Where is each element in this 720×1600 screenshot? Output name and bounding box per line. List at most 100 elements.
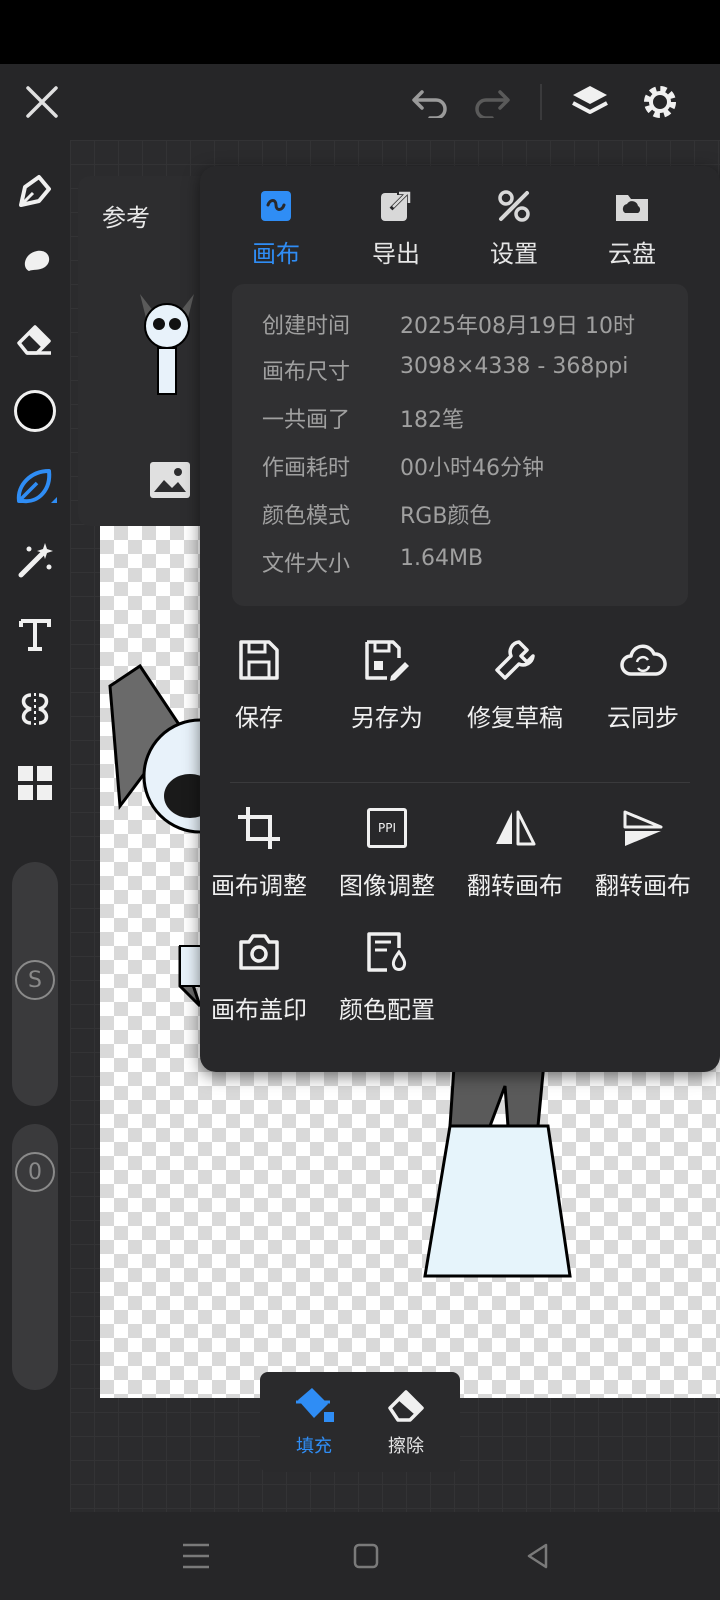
smudge-icon[interactable] [10,240,60,290]
image-adjust-button[interactable]: PPI 图像调整 [322,798,452,901]
eraser-icon [366,1384,446,1428]
repair-draft-label: 修复草稿 [467,704,563,732]
popup-divider [230,782,690,783]
export-icon [336,184,456,228]
info-value: 182笔 [400,408,464,433]
erase-label: 擦除 [388,1436,424,1457]
menu-icon[interactable] [174,1534,218,1578]
gear-icon[interactable] [630,64,690,140]
fill-label: 填充 [296,1436,332,1457]
canvas-icon [216,184,336,228]
cloud-drive-icon [572,184,692,228]
tab-settings[interactable]: 设置 [454,184,574,274]
repair-draft-button[interactable]: 修复草稿 [450,630,580,733]
settings-tools-icon [454,184,574,228]
gallery-grid-icon[interactable] [10,758,60,808]
info-key: 颜色模式 [262,504,351,529]
symmetry-icon[interactable] [10,684,60,734]
flip-vertical-label: 翻转画布 [595,872,691,900]
reference-thumbnail[interactable] [134,288,200,398]
flip-vertical-icon [578,798,708,858]
eraser-icon[interactable] [10,314,60,364]
lasso-fill-icon[interactable] [10,462,60,512]
size-slider-knob[interactable]: S [15,960,55,1000]
erase-button[interactable]: 擦除 [366,1384,446,1458]
pen-icon[interactable] [10,166,60,216]
info-key: 画布尺寸 [262,360,351,385]
flip-horizontal-icon [450,798,580,858]
close-icon[interactable] [12,64,72,140]
color-config-label: 颜色配置 [339,996,435,1024]
layers-icon[interactable] [560,64,620,140]
canvas-info-panel: 创建时间 2025年08月19日 10时 画布尺寸 3098×4338 - 36… [232,284,688,606]
info-key: 一共画了 [262,408,351,433]
info-row: 一共画了 182笔 [262,402,682,442]
toolbar-divider [540,84,542,120]
canvas-adjust-button[interactable]: 画布调整 [194,798,324,901]
wrench-icon [450,630,580,690]
opacity-slider[interactable]: 0 [12,1124,58,1390]
save-as-button[interactable]: 另存为 [322,630,452,733]
system-nav-bar [0,1512,720,1600]
undo-icon[interactable] [400,64,460,140]
reference-title: 参考 [102,204,150,232]
tab-cloud-drive-label: 云盘 [608,240,656,268]
camera-icon [194,922,324,982]
info-value: 00小时46分钟 [400,456,544,481]
redo-icon[interactable] [462,64,522,140]
info-key: 创建时间 [262,314,351,339]
color-swatch[interactable] [10,386,60,436]
save-button[interactable]: 保存 [194,630,324,733]
color-config-icon [322,922,452,982]
canvas-adjust-label: 画布调整 [211,872,307,900]
top-toolbar [0,64,720,140]
flip-canvas-horizontal-button[interactable]: 翻转画布 [450,798,580,901]
status-bar [0,0,720,64]
text-icon[interactable] [10,610,60,660]
fill-button[interactable]: 填充 [274,1384,354,1458]
cloud-sync-label: 云同步 [607,704,679,732]
tab-canvas-label: 画布 [252,240,300,268]
info-row: 作画耗时 00小时46分钟 [262,450,682,490]
home-icon[interactable] [344,1534,388,1578]
info-row: 画布尺寸 3098×4338 - 368ppi [262,354,682,394]
cloud-sync-icon [578,630,708,690]
flip-horizontal-label: 翻转画布 [467,872,563,900]
save-icon [194,630,324,690]
info-key: 文件大小 [262,552,351,577]
tab-cloud-drive[interactable]: 云盘 [572,184,692,274]
flip-canvas-vertical-button[interactable]: 翻转画布 [578,798,708,901]
info-key: 作画耗时 [262,456,351,481]
canvas-stamp-button[interactable]: 画布盖印 [194,922,324,1025]
canvas-stamp-label: 画布盖印 [211,996,307,1024]
info-value: 1.64MB [400,546,484,571]
info-row: 创建时间 2025年08月19日 10时 [262,308,682,348]
fill-bucket-icon [274,1384,354,1428]
tab-export[interactable]: 导出 [336,184,456,274]
opacity-slider-knob[interactable]: 0 [15,1152,55,1192]
canvas-settings-popup: 画布 导出 设置 云盘 创建时间 2025年08月19日 10时 画布尺寸 30… [200,166,720,1072]
tab-settings-label: 设置 [490,240,538,268]
save-as-label: 另存为 [351,704,423,732]
image-icon[interactable] [148,460,192,500]
magic-wand-icon[interactable] [10,536,60,586]
cloud-sync-button[interactable]: 云同步 [578,630,708,733]
color-config-button[interactable]: 颜色配置 [322,922,452,1025]
image-adjust-label: 图像调整 [339,872,435,900]
brush-size-slider[interactable]: S [12,862,58,1106]
tab-canvas[interactable]: 画布 [216,184,336,274]
info-value: 2025年08月19日 10时 [400,314,635,339]
save-label: 保存 [235,704,283,732]
popup-tabs: 画布 导出 设置 云盘 [200,166,720,276]
left-toolbar: S 0 [0,140,70,1512]
fill-eraser-toolbar: 填充 擦除 [260,1372,460,1472]
ppi-badge: PPI [367,808,407,848]
info-value: RGB颜色 [400,504,492,529]
save-as-icon [322,630,452,690]
tab-export-label: 导出 [372,240,420,268]
info-value: 3098×4338 - 368ppi [400,354,629,379]
info-row: 文件大小 1.64MB [262,546,682,586]
back-icon[interactable] [516,1534,560,1578]
info-row: 颜色模式 RGB颜色 [262,498,682,538]
ppi-icon: PPI [322,798,452,858]
